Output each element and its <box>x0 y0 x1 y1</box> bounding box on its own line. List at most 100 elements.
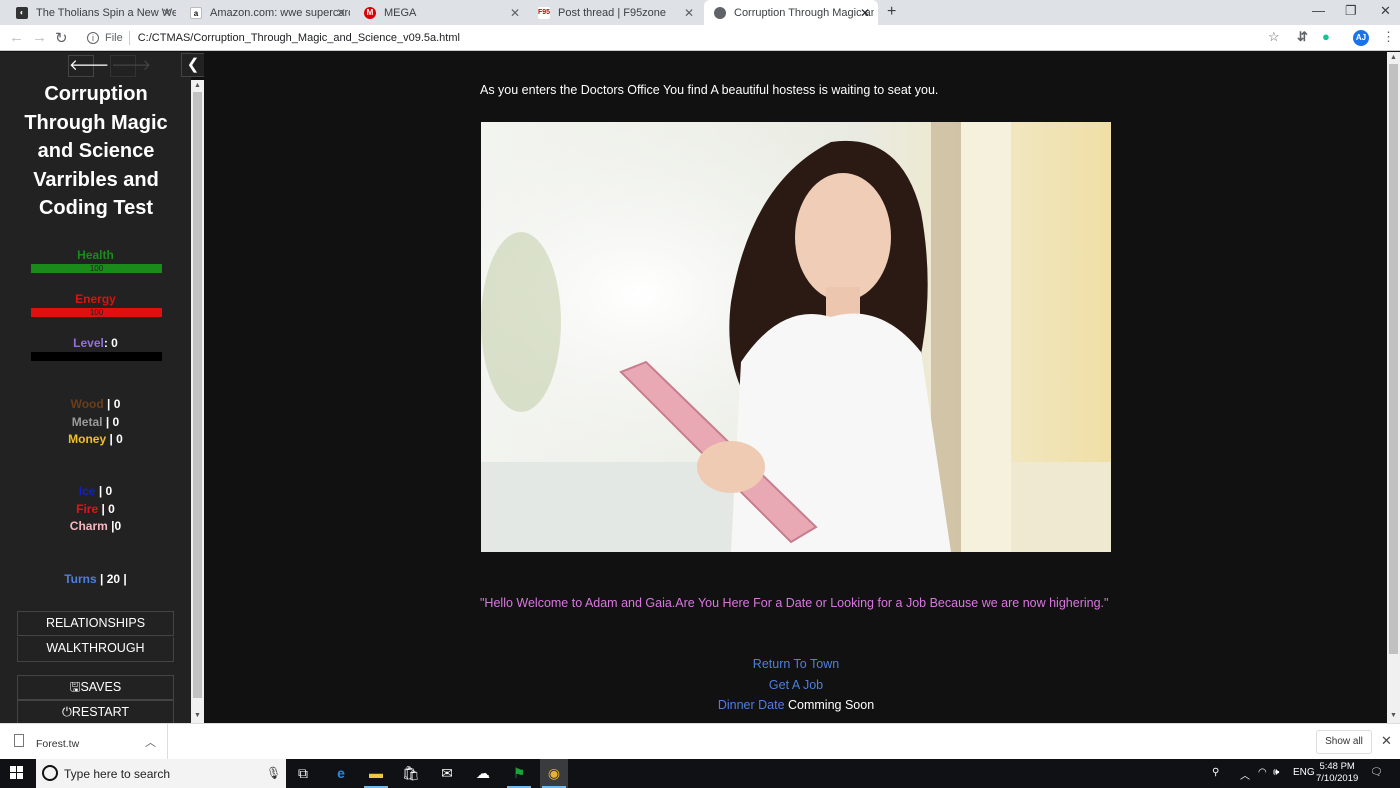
turns-value: | 20 | <box>96 572 127 586</box>
menu-kebab-icon[interactable]: ⋮ <box>1382 29 1395 45</box>
scroll-up-icon[interactable]: ▲ <box>1387 54 1400 61</box>
divider <box>128 31 130 45</box>
passage-intro: As you enters the Doctors Office You fin… <box>480 83 939 97</box>
history-forward-icon[interactable]: 🡒 <box>110 55 151 77</box>
new-tab-icon[interactable]: + <box>887 3 896 21</box>
mega-favicon-icon: M <box>364 6 376 19</box>
search-placeholder: Type here to search <box>64 767 171 781</box>
close-tab-icon[interactable]: ✕ <box>860 6 870 20</box>
language-indicator[interactable]: ENG <box>1293 767 1315 778</box>
reload-icon[interactable]: ↻ <box>55 29 68 47</box>
health-label: Health <box>77 248 114 262</box>
turns-label: Turns <box>64 572 97 586</box>
app-icon[interactable]: ☁ <box>469 759 497 788</box>
health-value: 100 <box>89 264 104 273</box>
close-tab-icon[interactable]: ✕ <box>336 6 346 20</box>
people-icon[interactable]: ⚲ <box>1212 767 1219 778</box>
download-item[interactable]: Forest.tw ︿ <box>0 724 168 760</box>
taskbar-clock[interactable]: 5:48 PM 7/10/2019 <box>1316 761 1358 785</box>
store-icon[interactable]: 🛍 <box>397 759 425 788</box>
browser-tab[interactable]: ◐ The Tholians Spin a New Web | S ✕ <box>6 0 180 25</box>
page-scrollbar[interactable]: ▲ ▼ <box>1387 52 1400 723</box>
downloads-bar: Forest.tw ︿ Show all ✕ <box>0 723 1400 760</box>
file-icon <box>14 734 24 747</box>
floppy-disk-icon: 🖫 <box>69 680 81 694</box>
sidebar-scrollbar[interactable]: ▲ ▼ <box>191 80 204 723</box>
collapse-sidebar-button[interactable]: ❮ <box>181 53 205 77</box>
level-meter <box>31 352 162 361</box>
task-view-icon[interactable]: ⧉ <box>289 759 317 788</box>
get-a-job-link[interactable]: Get A Job <box>481 678 1111 692</box>
cortana-icon <box>42 765 58 781</box>
tab-title: Amazon.com: wwe supercard <box>210 6 350 19</box>
close-tab-icon[interactable]: ✕ <box>684 6 694 20</box>
show-all-button[interactable]: Show all <box>1316 730 1372 754</box>
return-to-town-link[interactable]: Return To Town <box>481 657 1111 671</box>
close-icon[interactable]: ✕ <box>1381 733 1392 749</box>
turns-row: Turns | 20 | <box>0 572 191 586</box>
windows-start-icon[interactable] <box>10 766 24 780</box>
hostess-illustration <box>481 122 1111 552</box>
microphone-icon[interactable]: 🎙 <box>266 766 281 780</box>
walkthrough-button[interactable]: WALKTHROUGH <box>17 637 174 662</box>
taskbar-search-box[interactable]: Type here to search 🎙 <box>36 759 286 788</box>
download-filename: Forest.tw <box>36 738 80 750</box>
relationships-button[interactable]: RELATIONSHIPS <box>17 611 174 636</box>
scrollbar-thumb[interactable] <box>1389 64 1398 654</box>
saves-button[interactable]: 🖫SAVES <box>17 675 174 700</box>
browser-tab-strip: ◐ The Tholians Spin a New Web | S ✕ a Am… <box>0 0 1400 25</box>
hostess-image <box>481 122 1111 552</box>
scheme-label: File <box>105 32 123 44</box>
wifi-icon[interactable]: ◠ <box>1258 767 1267 778</box>
scroll-down-icon[interactable]: ▼ <box>191 712 204 719</box>
close-tab-icon[interactable]: ✕ <box>162 6 172 20</box>
scroll-up-icon[interactable]: ▲ <box>191 82 204 89</box>
dinner-date-row: Dinner Date Comming Soon <box>481 698 1111 712</box>
wood-value: | 0 <box>103 397 121 411</box>
resource-money: Money | 0 <box>0 432 191 446</box>
notification-icon[interactable]: 🗨 <box>1370 767 1383 778</box>
bookmark-star-icon[interactable]: ☆ <box>1268 29 1280 45</box>
mail-icon[interactable]: ✉ <box>433 759 461 788</box>
energy-meter: 100 <box>31 308 162 317</box>
f95zone-favicon-icon: F95 <box>538 6 550 19</box>
edge-icon[interactable]: e <box>327 759 355 788</box>
tray-chevron-up-icon[interactable]: ︿ <box>1240 767 1250 782</box>
dinner-date-link[interactable]: Dinner Date <box>718 698 785 712</box>
close-tab-icon[interactable]: ✕ <box>510 6 520 20</box>
clock-date: 7/10/2019 <box>1316 773 1359 784</box>
info-icon[interactable]: i <box>87 32 99 44</box>
level-label: Level <box>73 336 104 350</box>
address-bar[interactable]: i File C:/CTMAS/Corruption_Through_Magic… <box>82 27 1292 49</box>
grammarly-icon[interactable]: ● <box>1322 29 1330 44</box>
scroll-down-icon[interactable]: ▼ <box>1387 712 1400 719</box>
browser-tab[interactable]: M MEGA ✕ <box>354 0 528 25</box>
volume-icon[interactable]: 🕪 <box>1273 767 1279 778</box>
close-window-icon[interactable]: ✕ <box>1380 3 1391 19</box>
globe-favicon-icon <box>714 6 726 19</box>
amazon-favicon-icon: a <box>190 6 202 19</box>
energy-value: 100 <box>89 308 104 317</box>
chevron-up-icon[interactable]: ︿ <box>145 734 156 750</box>
browser-tab[interactable]: F95 Post thread | F95zone ✕ <box>528 0 702 25</box>
level-value: 0 <box>111 336 118 350</box>
ice-label: Ice <box>78 484 96 498</box>
minimize-icon[interactable]: — <box>1312 3 1325 18</box>
forward-icon[interactable]: → <box>32 29 47 46</box>
tab-title: Corruption Through Magic and S <box>734 6 874 19</box>
chrome-icon[interactable]: ◉ <box>540 759 568 788</box>
browser-tab[interactable]: a Amazon.com: wwe supercard ✕ <box>180 0 354 25</box>
scrollbar-thumb[interactable] <box>193 92 202 698</box>
twine-icon[interactable]: ⚑ <box>505 759 533 788</box>
back-icon[interactable]: ← <box>9 29 24 46</box>
extension-icon[interactable]: ⇵ <box>1297 29 1308 45</box>
browser-tab-active[interactable]: Corruption Through Magic and S ✕ <box>704 0 878 25</box>
restore-icon[interactable]: ❐ <box>1345 3 1357 19</box>
restart-button[interactable]: ⏻RESTART <box>17 700 174 725</box>
file-explorer-icon[interactable]: ▬ <box>362 759 390 788</box>
history-back-icon[interactable]: 🡐 <box>68 55 109 77</box>
money-value: | 0 <box>106 432 123 446</box>
health-meter: 100 <box>31 264 162 273</box>
profile-avatar[interactable]: AJ <box>1353 30 1369 46</box>
url-text[interactable]: C:/CTMAS/Corruption_Through_Magic_and_Sc… <box>138 32 460 44</box>
